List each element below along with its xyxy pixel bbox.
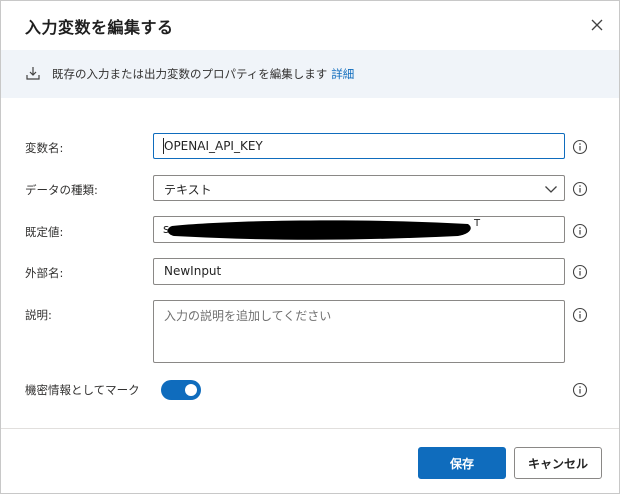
external-name-input[interactable]: NewInput bbox=[153, 258, 565, 285]
data-type-value: テキスト bbox=[164, 183, 212, 197]
edit-variable-dialog: 入力変数を編集する 既存の入力または出力変数のプロパティを編集します 詳細 変数名… bbox=[0, 0, 620, 494]
info-icon[interactable] bbox=[572, 307, 588, 323]
sensitive-label: 機密情報としてマーク bbox=[25, 383, 140, 397]
close-button[interactable] bbox=[585, 13, 609, 37]
info-icon[interactable] bbox=[572, 139, 588, 155]
data-type-label: データの種類: bbox=[25, 183, 98, 197]
info-icon[interactable] bbox=[572, 181, 588, 197]
import-icon bbox=[26, 67, 40, 80]
learn-more-link[interactable]: 詳細 bbox=[331, 67, 354, 81]
default-value-input[interactable]: s T bbox=[153, 216, 565, 243]
external-name-label: 外部名: bbox=[25, 266, 64, 280]
info-icon[interactable] bbox=[572, 382, 588, 398]
info-banner: 既存の入力または出力変数のプロパティを編集します 詳細 bbox=[1, 50, 619, 98]
banner-text: 既存の入力または出力変数のプロパティを編集します 詳細 bbox=[52, 66, 354, 82]
description-placeholder: 入力の説明を追加してください bbox=[164, 309, 332, 323]
save-button[interactable]: 保存 bbox=[418, 447, 506, 479]
banner-description: 既存の入力または出力変数のプロパティを編集します bbox=[52, 67, 328, 81]
footer-divider bbox=[1, 428, 619, 429]
default-value-suffix: T bbox=[474, 218, 481, 229]
toggle-knob bbox=[185, 384, 197, 396]
sensitive-toggle[interactable] bbox=[161, 380, 201, 400]
variable-name-value: OPENAI_API_KEY bbox=[164, 139, 263, 153]
variable-name-label: 変数名: bbox=[25, 141, 64, 155]
chevron-down-icon bbox=[545, 186, 557, 193]
close-icon bbox=[591, 19, 603, 31]
default-value-label: 既定値: bbox=[25, 225, 64, 239]
dialog-title: 入力変数を編集する bbox=[25, 18, 174, 37]
external-name-value: NewInput bbox=[164, 264, 222, 278]
description-label: 説明: bbox=[25, 308, 52, 322]
redaction-mark bbox=[168, 220, 471, 240]
description-textarea[interactable]: 入力の説明を追加してください bbox=[153, 300, 565, 363]
info-icon[interactable] bbox=[572, 223, 588, 239]
variable-name-input[interactable]: OPENAI_API_KEY bbox=[153, 133, 565, 159]
cancel-button[interactable]: キャンセル bbox=[514, 447, 602, 479]
data-type-select[interactable]: テキスト bbox=[153, 175, 565, 201]
info-icon[interactable] bbox=[572, 264, 588, 280]
